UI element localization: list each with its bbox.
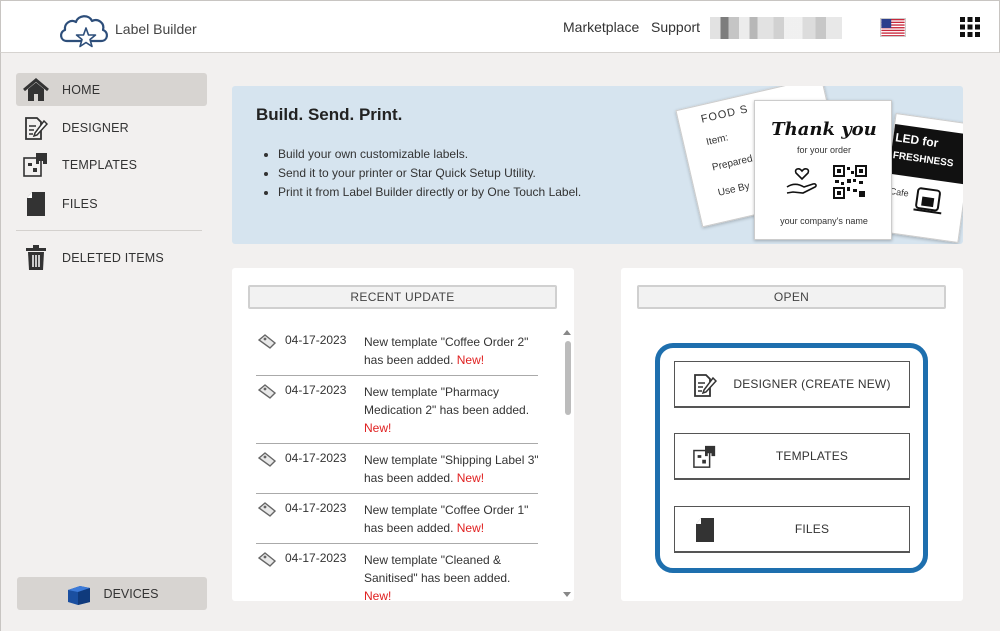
scroll-up-arrow[interactable]: [563, 330, 571, 335]
update-text: New template "Shipping Label 3" has been…: [364, 453, 538, 485]
sidebar-item-label: DELETED ITEMS: [62, 250, 164, 265]
designer-icon: [22, 114, 50, 142]
freshness-line: FRESHNESS: [892, 150, 955, 170]
recent-update-title: RECENT UPDATE: [248, 285, 557, 309]
update-date: 04-17-2023: [285, 501, 347, 515]
food-label-line: Item:: [705, 132, 730, 149]
update-text: New template "Cleaned & Sanitised" has b…: [364, 553, 511, 585]
update-date: 04-17-2023: [285, 383, 347, 397]
cloud-star-logo-icon[interactable]: [57, 11, 111, 49]
hand-heart-icon: [786, 168, 817, 194]
list-item[interactable]: 04-17-2023 New template "Shipping Label …: [256, 444, 538, 494]
food-label-line: Prepared: [711, 153, 754, 174]
new-badge: New!: [456, 353, 485, 367]
thank-you-label-illustration: Thank you for your order your company's …: [754, 100, 892, 240]
sidebar-item-files[interactable]: FILES: [16, 187, 207, 220]
sidebar-item-deleted-items[interactable]: DELETED ITEMS: [16, 241, 207, 274]
sidebar-item-label: HOME: [62, 82, 101, 97]
new-badge: New!: [364, 421, 392, 435]
designer-create-new-button[interactable]: DESIGNER (CREATE NEW): [674, 361, 910, 408]
top-header: Label Builder Marketplace Support: [0, 0, 1000, 53]
black-strip: LED for FRESHNESS: [888, 124, 963, 185]
open-title: OPEN: [637, 285, 946, 309]
tag-icon: [258, 552, 277, 567]
list-item[interactable]: 04-17-2023 New template "Pharmacy Medica…: [256, 376, 538, 444]
new-badge: New!: [456, 471, 485, 485]
templates-icon: [693, 445, 716, 468]
recent-update-list[interactable]: 04-17-2023 New template "Coffee Order 2"…: [256, 326, 538, 601]
coffee-machine-icon: [913, 187, 942, 215]
recent-update-panel: RECENT UPDATE 04-17-2023 New template "C…: [232, 268, 574, 601]
account-name-redacted[interactable]: [710, 17, 842, 39]
food-label-line: Use By: [716, 180, 751, 199]
sidebar-item-designer[interactable]: DESIGNER: [16, 111, 207, 144]
update-date: 04-17-2023: [285, 333, 347, 347]
devices-button[interactable]: DEVICES: [17, 577, 207, 610]
scroll-down-arrow[interactable]: [563, 592, 571, 597]
sidebar-divider: [16, 230, 202, 231]
update-text: New template "Pharmacy Medication 2" has…: [364, 385, 530, 417]
tag-icon: [258, 334, 277, 349]
freshness-line: LED for: [894, 130, 940, 151]
apps-grid-icon[interactable]: [959, 16, 981, 38]
sidebar-item-label: DESIGNER: [62, 120, 129, 135]
new-badge: New!: [364, 589, 392, 601]
cafe-text: Cafe: [889, 186, 910, 199]
trash-icon: [22, 244, 50, 272]
banner-bullet: Build your own customizable labels.: [278, 145, 581, 164]
update-text: New template "Coffee Order 2" has been a…: [364, 335, 529, 367]
thank-you-title: Thank you: [771, 119, 877, 140]
update-date: 04-17-2023: [285, 451, 347, 465]
list-item[interactable]: 04-17-2023 New template "Coffee Order 2"…: [256, 326, 538, 376]
list-item[interactable]: 04-17-2023 New template "Cleaned & Sanit…: [256, 544, 538, 601]
devices-label: DEVICES: [103, 586, 159, 601]
templates-button[interactable]: TEMPLATES: [674, 433, 910, 480]
banner-bullets: Build your own customizable labels. Send…: [278, 145, 581, 202]
sidebar-item-templates[interactable]: TEMPLATES: [16, 148, 207, 181]
sidebar-item-label: TEMPLATES: [62, 157, 138, 172]
thank-you-footer: your company's name: [780, 216, 868, 226]
hero-banner: Build. Send. Print. Build your own custo…: [232, 86, 963, 244]
sidebar-item-label: FILES: [62, 196, 98, 211]
files-button[interactable]: FILES: [674, 506, 910, 553]
home-icon: [22, 76, 50, 104]
update-date: 04-17-2023: [285, 551, 347, 565]
thank-you-subtitle: for your order: [796, 145, 852, 155]
sidebar-item-home[interactable]: HOME: [16, 73, 207, 106]
list-item[interactable]: 04-17-2023 New template "Coffee Order 1"…: [256, 494, 538, 544]
banner-bullet: Print it from Label Builder directly or …: [278, 183, 581, 202]
tag-icon: [258, 452, 277, 467]
file-icon: [22, 190, 50, 218]
tag-icon: [258, 384, 277, 399]
printer-device-icon: [67, 585, 90, 605]
open-panel: OPEN DESIGNER (CREATE NEW) TEMPLATES FIL…: [621, 268, 963, 601]
file-icon: [696, 518, 714, 542]
food-label-title: FOOD S: [699, 103, 750, 126]
tag-icon: [258, 502, 277, 517]
designer-icon: [694, 374, 717, 397]
banner-title: Build. Send. Print.: [256, 105, 403, 124]
marketplace-link[interactable]: Marketplace: [563, 19, 639, 35]
new-badge: New!: [456, 521, 485, 535]
qr-code-icon: [833, 165, 867, 199]
scrollbar-thumb[interactable]: [565, 341, 571, 415]
templates-icon: [22, 151, 50, 179]
update-text: New template "Coffee Order 1" has been a…: [364, 503, 529, 535]
banner-bullet: Send it to your printer or Star Quick Se…: [278, 164, 581, 183]
us-flag-icon[interactable]: [880, 18, 906, 37]
sidebar: HOME DESIGNER TEMPLATES FILES DELETED IT…: [0, 53, 218, 631]
support-link[interactable]: Support: [651, 19, 700, 35]
app-name: Label Builder: [115, 21, 197, 37]
